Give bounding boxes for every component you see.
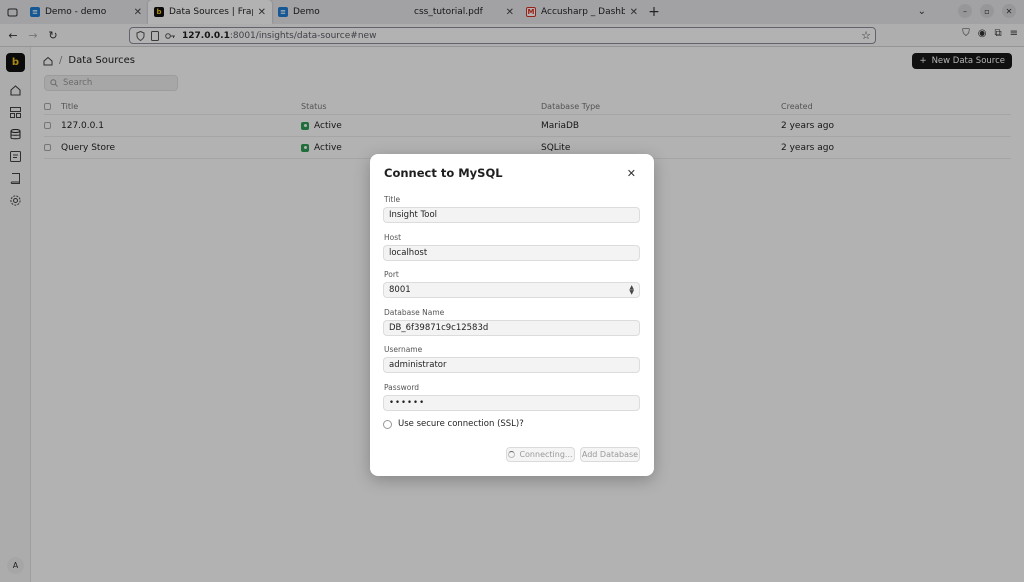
password-field-label: Password — [384, 383, 420, 392]
connecting-label: Connecting... — [519, 450, 573, 459]
host-field[interactable]: localhost — [383, 245, 640, 261]
connecting-button[interactable]: Connecting... — [506, 447, 575, 462]
password-field[interactable]: •••••• — [383, 395, 640, 411]
title-field[interactable]: Insight Tool — [383, 207, 640, 223]
port-field-label: Port — [384, 270, 399, 279]
close-icon[interactable]: ✕ — [627, 167, 636, 180]
title-field-label: Title — [384, 195, 401, 204]
database-name-field[interactable]: DB_6f39871c9c12583d — [383, 320, 640, 336]
ssl-checkbox[interactable] — [383, 419, 392, 429]
username-field-label: Username — [384, 345, 423, 354]
loading-spinner-icon — [508, 451, 516, 458]
dialog-title: Connect to MySQL — [384, 166, 503, 180]
add-database-label: Add Database — [581, 450, 639, 459]
database-name-field-label: Database Name — [384, 308, 445, 317]
ssl-checkbox-row[interactable]: Use secure connection (SSL)? — [383, 419, 524, 429]
port-field[interactable]: 8001 ▲ ▼ — [383, 282, 640, 298]
ssl-label: Use secure connection (SSL)? — [398, 419, 524, 429]
connect-mysql-dialog: Connect to MySQL ✕ Title Insight Tool Ho… — [370, 154, 654, 476]
add-database-button[interactable]: Add Database — [580, 447, 640, 462]
port-value: 8001 — [389, 285, 411, 295]
host-field-label: Host — [384, 233, 402, 242]
port-stepper-icon[interactable]: ▲ ▼ — [629, 285, 634, 296]
username-field[interactable]: administrator — [383, 357, 640, 373]
